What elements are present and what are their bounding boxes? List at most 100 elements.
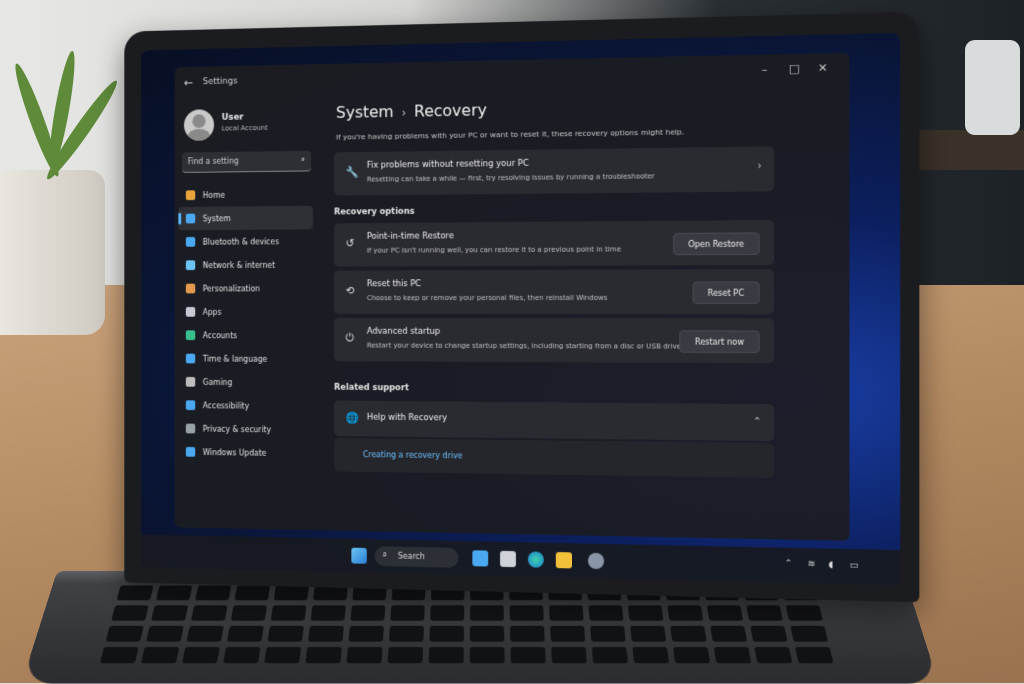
avatar[interactable] [183, 109, 215, 141]
widgets-icon[interactable] [472, 550, 489, 567]
sidebar-item-gaming[interactable]: Gaming [178, 370, 313, 394]
keyboard-key [146, 625, 184, 642]
sidebar: User Local Account Find a setting ⌕ Home… [175, 98, 317, 531]
restart-now-button[interactable]: Restart now [679, 330, 760, 353]
reset-icon: ⟲ [345, 284, 355, 298]
sidebar-item-windows-update[interactable]: Windows Update [178, 440, 313, 465]
keyboard-key [230, 605, 268, 621]
sidebar-item-label: Gaming [202, 377, 233, 387]
chevron-up-icon[interactable]: ⌃ [753, 416, 762, 427]
keyboard-key [387, 646, 424, 664]
taskbar-search-label: Search [397, 551, 425, 562]
settings-icon[interactable] [587, 552, 605, 570]
keyboard-key [350, 605, 386, 621]
keyboard-key [510, 625, 545, 642]
keyboard-key [470, 605, 504, 621]
keyboard-key [632, 646, 670, 664]
sidebar-item-home[interactable]: Home [178, 182, 313, 207]
background-shelf [905, 130, 1024, 170]
keyboard-row [105, 625, 829, 642]
keyboard-key [429, 625, 464, 642]
minimize-button[interactable]: – [762, 63, 768, 76]
sidebar-item-label: Accessibility [202, 400, 250, 411]
reset-pc-button[interactable]: Reset PC [692, 281, 760, 304]
keyboard-key [99, 646, 139, 664]
battery-icon[interactable]: ▭ [849, 560, 858, 571]
start-icon[interactable] [351, 547, 367, 564]
keyboard-key [310, 605, 346, 621]
keyboard-key [785, 605, 823, 621]
search-icon: ⌕ [382, 550, 388, 561]
user-name: User [221, 112, 244, 123]
keyboard-key [428, 646, 464, 664]
sidebar-nav: Home System Bluetooth & devices Network & i… [178, 182, 313, 465]
point-in-time-restore-card: ↺ Point-in-time Restore If your PC isn't… [334, 220, 775, 267]
close-button[interactable]: ✕ [818, 61, 828, 75]
option-title: Advanced startup [366, 326, 441, 337]
sidebar-item-network-internet[interactable]: Network & internet [178, 253, 313, 277]
keyboard-key [551, 646, 587, 664]
help-with-recovery-card[interactable]: 🌐 Help with Recovery ⌃ [334, 400, 775, 442]
sidebar-item-apps[interactable]: Apps [178, 300, 313, 324]
keyboard-key [469, 646, 505, 664]
sidebar-item-label: Personalization [202, 284, 261, 293]
sidebar-item-label: Accounts [202, 330, 238, 340]
keyboard-key [754, 646, 793, 664]
breadcrumb: System › Recovery [336, 100, 487, 121]
keyboard-key [226, 625, 264, 642]
account-type: Local Account [221, 123, 268, 133]
keyboard-key [627, 605, 664, 621]
open-restore-button[interactable]: Open Restore [672, 232, 760, 256]
fix-card-subtitle: Resetting can take a while — first, try … [366, 172, 655, 184]
laptop-lid: ← Settings – □ ✕ User Local Account Find… [124, 11, 920, 603]
keyboard-key [670, 625, 707, 642]
keyboard-key [469, 625, 505, 642]
volume-icon[interactable]: ◖ [828, 560, 833, 570]
keyboard-key [346, 646, 383, 664]
sidebar-item-bluetooth-devices[interactable]: Bluetooth & devices [178, 229, 313, 253]
chevron-up-icon[interactable]: ⌃ [785, 559, 793, 569]
search-icon[interactable]: ⌕ [301, 155, 305, 165]
keyboard-key [105, 625, 144, 642]
explorer-icon[interactable] [555, 552, 572, 569]
taskbar-search[interactable]: ⌕ Search [374, 546, 459, 568]
app-title: Settings [202, 76, 238, 88]
page-title: Recovery [413, 100, 487, 121]
sidebar-item-time-language[interactable]: Time & language [178, 347, 313, 371]
keyboard-row [99, 646, 834, 664]
sidebar-item-privacy-security[interactable]: Privacy & security [178, 417, 313, 442]
keyboard-row [111, 605, 823, 621]
restore-icon: ↺ [345, 236, 355, 250]
keyboard-key [790, 625, 829, 642]
edge-icon[interactable] [527, 551, 544, 568]
sidebar-item-system[interactable]: System [178, 205, 313, 231]
option-title: Reset this PC [366, 279, 422, 290]
sidebar-item-personalization[interactable]: Personalization [178, 277, 313, 301]
accounts-icon [185, 330, 196, 341]
sidebar-item-accessibility[interactable]: Accessibility [178, 393, 313, 418]
keyboard-key [186, 625, 224, 642]
files-icon[interactable] [500, 550, 516, 568]
back-arrow-icon[interactable]: ← [184, 76, 193, 90]
sidebar-item-label: System [202, 213, 231, 223]
plant-pot [0, 170, 105, 335]
search-input[interactable]: Find a setting ⌕ [182, 150, 311, 173]
keyboard-key [630, 625, 667, 642]
wifi-icon[interactable]: ≋ [807, 559, 815, 569]
maximize-button[interactable]: □ [789, 62, 800, 76]
taskbar: ⌕ Search ⌃ ≋ ◖ ▭ [141, 534, 901, 586]
globe-clock-icon [185, 353, 196, 364]
keyboard-key [509, 605, 544, 621]
fix-problems-card[interactable]: 🔧 Fix problems without resetting your PC… [334, 146, 775, 196]
brush-icon [185, 283, 196, 294]
keyboard-key [388, 625, 424, 642]
sidebar-item-accounts[interactable]: Accounts [178, 324, 313, 348]
gamepad-icon [185, 376, 196, 387]
breadcrumb-parent[interactable]: System [336, 102, 394, 122]
reset-pc-card: ⟲ Reset this PC Choose to keep or remove… [334, 269, 775, 315]
sidebar-item-label: Apps [202, 307, 222, 317]
keyboard-key [267, 625, 304, 642]
keyboard-key [270, 605, 307, 621]
keyboard-key [348, 625, 384, 642]
recovery-drive-link[interactable]: Creating a recovery drive [363, 450, 462, 460]
